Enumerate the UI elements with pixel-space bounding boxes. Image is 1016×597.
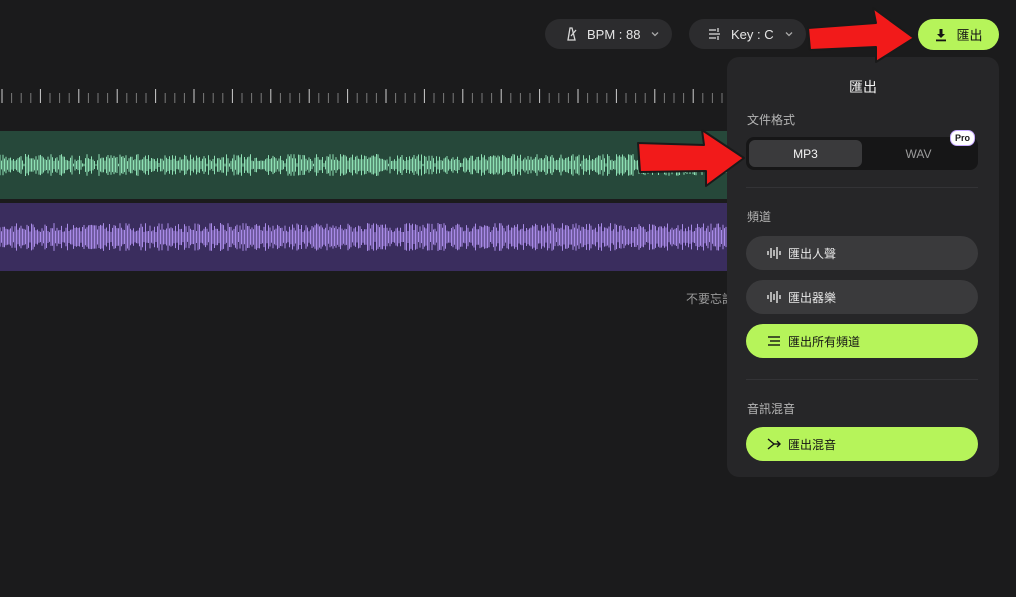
download-icon xyxy=(934,28,948,42)
export-panel: 匯出 文件格式 MP3 WAV Pro 頻道 匯出人聲 匯出器樂 匯出所有頻道 xyxy=(727,57,999,477)
waveform-path xyxy=(0,154,727,176)
lines-icon xyxy=(766,334,782,348)
pro-badge: Pro xyxy=(950,130,976,146)
mix-section-label: 音訊混音 xyxy=(747,402,796,416)
timeline-ruler[interactable] xyxy=(0,84,727,108)
merge-icon xyxy=(766,437,782,451)
export-instrumental-button[interactable]: 匯出器樂 xyxy=(746,280,978,314)
export-vocals-label: 匯出人聲 xyxy=(788,246,837,261)
chevron-down-icon xyxy=(784,29,794,39)
waveform-icon xyxy=(766,290,782,304)
instrument-track[interactable] xyxy=(0,203,727,271)
bpm-selector[interactable]: BPM : 88 xyxy=(545,19,672,49)
channels-section-label: 頻道 xyxy=(747,210,772,224)
export-vocals-button[interactable]: 匯出人聲 xyxy=(746,236,978,270)
key-label: Key : C xyxy=(731,26,774,42)
vocal-waveform xyxy=(0,154,727,176)
format-section-label: 文件格式 xyxy=(747,113,796,127)
chevron-down-icon xyxy=(650,29,660,39)
export-instrumental-label: 匯出器樂 xyxy=(788,290,837,305)
export-all-channels-button[interactable]: 匯出所有頻道 xyxy=(746,324,978,358)
key-selector[interactable]: Key : C xyxy=(689,19,806,49)
export-mix-label: 匯出混音 xyxy=(788,437,837,452)
instrument-waveform xyxy=(0,223,727,251)
annotation-arrow xyxy=(807,7,915,63)
export-all-channels-label: 匯出所有頻道 xyxy=(788,334,861,349)
format-toggle: MP3 WAV xyxy=(746,137,978,170)
format-option-mp3[interactable]: MP3 xyxy=(749,140,862,167)
annotation-arrow xyxy=(637,129,745,187)
waveform-icon xyxy=(766,246,782,260)
divider xyxy=(746,187,978,188)
metronome-icon xyxy=(563,26,579,42)
waveform-path xyxy=(0,223,727,251)
tuning-fork-icon xyxy=(707,26,723,42)
export-mix-button[interactable]: 匯出混音 xyxy=(746,427,978,461)
bpm-label: BPM : 88 xyxy=(587,26,641,42)
export-button-label: 匯出 xyxy=(956,28,983,43)
vocal-track[interactable] xyxy=(0,131,727,199)
divider xyxy=(746,379,978,380)
export-button[interactable]: 匯出 xyxy=(918,19,999,50)
panel-title: 匯出 xyxy=(849,79,877,95)
